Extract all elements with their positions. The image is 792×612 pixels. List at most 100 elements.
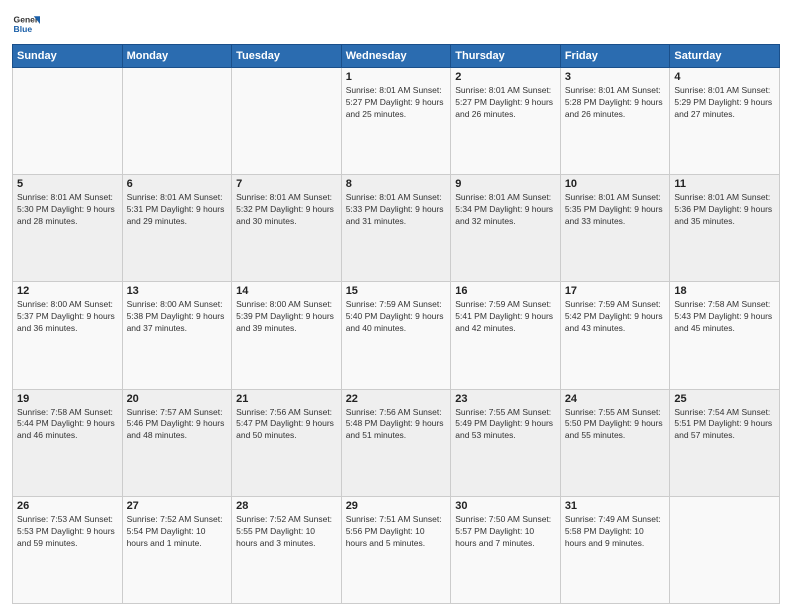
day-cell-2-5: 17 Sunrise: 7:59 AM Sunset: 5:42 PM Dayli… bbox=[560, 282, 670, 389]
day-cell-3-4: 23 Sunrise: 7:55 AM Sunset: 5:49 PM Dayli… bbox=[451, 389, 561, 496]
day-info: Sunrise: 7:54 AM Sunset: 5:51 PM Dayligh… bbox=[674, 407, 775, 443]
day-cell-1-2: 7Sunrise: 8:01 AM Sunset: 5:32 PM Daylig… bbox=[232, 175, 342, 282]
day-info: Sunrise: 8:01 AM Sunset: 5:29 PM Dayligh… bbox=[674, 85, 775, 121]
day-info: Sunrise: 8:01 AM Sunset: 5:27 PM Dayligh… bbox=[346, 85, 447, 121]
day-number: 26 bbox=[17, 500, 118, 512]
day-cell-2-2: 14 Sunrise: 8:00 AM Sunset: 5:39 PM Dayli… bbox=[232, 282, 342, 389]
day-cell-1-6: 11 Sunrise: 8:01 AM Sunset: 5:36 PM Dayli… bbox=[670, 175, 780, 282]
day-number: 16 bbox=[455, 285, 556, 297]
day-info: Sunrise: 8:01 AM Sunset: 5:34 PM Dayligh… bbox=[455, 192, 556, 228]
day-cell-0-5: 3 Sunrise: 8:01 AM Sunset: 5:28 PM Daylig… bbox=[560, 68, 670, 175]
day-info: Sunrise: 7:56 AM Sunset: 5:47 PM Dayligh… bbox=[236, 407, 337, 443]
day-info: Sunrise: 8:00 AM Sunset: 5:38 PM Dayligh… bbox=[127, 299, 228, 335]
header-row: SundayMondayTuesdayWednesdayThursdayFrid… bbox=[13, 45, 780, 68]
day-cell-4-5: 31 Sunrise: 7:49 AM Sunset: 5:58 PM Dayli… bbox=[560, 496, 670, 603]
day-info: Sunrise: 7:52 AM Sunset: 5:54 PM Dayligh… bbox=[127, 514, 228, 550]
day-info: Sunrise: 7:59 AM Sunset: 5:42 PM Dayligh… bbox=[565, 299, 666, 335]
day-info: Sunrise: 7:59 AM Sunset: 5:41 PM Dayligh… bbox=[455, 299, 556, 335]
week-row-2: 12 Sunrise: 8:00 AM Sunset: 5:37 PM Dayli… bbox=[13, 282, 780, 389]
day-number: 19 bbox=[17, 393, 118, 405]
day-number: 6 bbox=[127, 178, 228, 190]
day-cell-1-0: 5Sunrise: 8:01 AM Sunset: 5:30 PM Daylig… bbox=[13, 175, 123, 282]
day-number: 10 bbox=[565, 178, 666, 190]
day-info: Sunrise: 7:58 AM Sunset: 5:44 PM Dayligh… bbox=[17, 407, 118, 443]
day-number: 17 bbox=[565, 285, 666, 297]
day-number: 30 bbox=[455, 500, 556, 512]
day-info: Sunrise: 7:53 AM Sunset: 5:53 PM Dayligh… bbox=[17, 514, 118, 550]
day-number: 22 bbox=[346, 393, 447, 405]
header-day-monday: Monday bbox=[122, 45, 232, 68]
day-cell-1-5: 10 Sunrise: 8:01 AM Sunset: 5:35 PM Dayli… bbox=[560, 175, 670, 282]
day-info: Sunrise: 8:00 AM Sunset: 5:37 PM Dayligh… bbox=[17, 299, 118, 335]
header-day-tuesday: Tuesday bbox=[232, 45, 342, 68]
day-cell-3-2: 21 Sunrise: 7:56 AM Sunset: 5:47 PM Dayli… bbox=[232, 389, 342, 496]
day-cell-4-6 bbox=[670, 496, 780, 603]
day-cell-2-0: 12 Sunrise: 8:00 AM Sunset: 5:37 PM Dayli… bbox=[13, 282, 123, 389]
day-cell-0-1 bbox=[122, 68, 232, 175]
day-info: Sunrise: 7:58 AM Sunset: 5:43 PM Dayligh… bbox=[674, 299, 775, 335]
header-day-sunday: Sunday bbox=[13, 45, 123, 68]
day-number: 3 bbox=[565, 71, 666, 83]
day-info: Sunrise: 7:55 AM Sunset: 5:49 PM Dayligh… bbox=[455, 407, 556, 443]
day-info: Sunrise: 8:01 AM Sunset: 5:32 PM Dayligh… bbox=[236, 192, 337, 228]
day-number: 20 bbox=[127, 393, 228, 405]
day-number: 11 bbox=[674, 178, 775, 190]
day-number: 23 bbox=[455, 393, 556, 405]
day-cell-3-3: 22 Sunrise: 7:56 AM Sunset: 5:48 PM Dayli… bbox=[341, 389, 451, 496]
day-cell-1-4: 9 Sunrise: 8:01 AM Sunset: 5:34 PM Daylig… bbox=[451, 175, 561, 282]
day-info: Sunrise: 7:55 AM Sunset: 5:50 PM Dayligh… bbox=[565, 407, 666, 443]
svg-text:Blue: Blue bbox=[14, 24, 33, 34]
day-info: Sunrise: 8:01 AM Sunset: 5:36 PM Dayligh… bbox=[674, 192, 775, 228]
day-info: Sunrise: 8:01 AM Sunset: 5:33 PM Dayligh… bbox=[346, 192, 447, 228]
header-day-thursday: Thursday bbox=[451, 45, 561, 68]
header-day-saturday: Saturday bbox=[670, 45, 780, 68]
day-cell-0-4: 2Sunrise: 8:01 AM Sunset: 5:27 PM Daylig… bbox=[451, 68, 561, 175]
day-number: 4 bbox=[674, 71, 775, 83]
day-cell-1-3: 8 Sunrise: 8:01 AM Sunset: 5:33 PM Daylig… bbox=[341, 175, 451, 282]
day-cell-3-1: 20 Sunrise: 7:57 AM Sunset: 5:46 PM Dayli… bbox=[122, 389, 232, 496]
day-cell-2-4: 16 Sunrise: 7:59 AM Sunset: 5:41 PM Dayli… bbox=[451, 282, 561, 389]
week-row-1: 5Sunrise: 8:01 AM Sunset: 5:30 PM Daylig… bbox=[13, 175, 780, 282]
header: General Blue bbox=[12, 10, 780, 38]
day-info: Sunrise: 7:57 AM Sunset: 5:46 PM Dayligh… bbox=[127, 407, 228, 443]
logo-icon: General Blue bbox=[12, 10, 40, 38]
day-cell-0-2 bbox=[232, 68, 342, 175]
day-info: Sunrise: 7:51 AM Sunset: 5:56 PM Dayligh… bbox=[346, 514, 447, 550]
day-cell-4-3: 29 Sunrise: 7:51 AM Sunset: 5:56 PM Dayli… bbox=[341, 496, 451, 603]
header-day-wednesday: Wednesday bbox=[341, 45, 451, 68]
day-number: 18 bbox=[674, 285, 775, 297]
day-cell-4-1: 27 Sunrise: 7:52 AM Sunset: 5:54 PM Dayli… bbox=[122, 496, 232, 603]
day-number: 27 bbox=[127, 500, 228, 512]
day-info: Sunrise: 8:01 AM Sunset: 5:28 PM Dayligh… bbox=[565, 85, 666, 121]
day-info: Sunrise: 8:01 AM Sunset: 5:27 PM Dayligh… bbox=[455, 85, 556, 121]
day-number: 25 bbox=[674, 393, 775, 405]
day-number: 14 bbox=[236, 285, 337, 297]
day-number: 31 bbox=[565, 500, 666, 512]
day-number: 12 bbox=[17, 285, 118, 297]
day-info: Sunrise: 8:01 AM Sunset: 5:31 PM Dayligh… bbox=[127, 192, 228, 228]
logo: General Blue bbox=[12, 10, 40, 38]
day-info: Sunrise: 7:59 AM Sunset: 5:40 PM Dayligh… bbox=[346, 299, 447, 335]
day-info: Sunrise: 7:56 AM Sunset: 5:48 PM Dayligh… bbox=[346, 407, 447, 443]
day-number: 13 bbox=[127, 285, 228, 297]
day-cell-0-3: 1 Sunrise: 8:01 AM Sunset: 5:27 PM Daylig… bbox=[341, 68, 451, 175]
page: General Blue SundayMondayTuesdayWednesda… bbox=[0, 0, 792, 612]
week-row-0: 1 Sunrise: 8:01 AM Sunset: 5:27 PM Daylig… bbox=[13, 68, 780, 175]
svg-text:General: General bbox=[14, 14, 40, 24]
day-number: 21 bbox=[236, 393, 337, 405]
day-info: Sunrise: 8:00 AM Sunset: 5:39 PM Dayligh… bbox=[236, 299, 337, 335]
day-info: Sunrise: 7:49 AM Sunset: 5:58 PM Dayligh… bbox=[565, 514, 666, 550]
day-number: 24 bbox=[565, 393, 666, 405]
day-cell-4-4: 30Sunrise: 7:50 AM Sunset: 5:57 PM Dayli… bbox=[451, 496, 561, 603]
header-day-friday: Friday bbox=[560, 45, 670, 68]
day-number: 8 bbox=[346, 178, 447, 190]
day-info: Sunrise: 8:01 AM Sunset: 5:35 PM Dayligh… bbox=[565, 192, 666, 228]
day-cell-3-5: 24 Sunrise: 7:55 AM Sunset: 5:50 PM Dayli… bbox=[560, 389, 670, 496]
day-number: 1 bbox=[346, 71, 447, 83]
day-cell-3-0: 19 Sunrise: 7:58 AM Sunset: 5:44 PM Dayli… bbox=[13, 389, 123, 496]
day-info: Sunrise: 8:01 AM Sunset: 5:30 PM Dayligh… bbox=[17, 192, 118, 228]
day-number: 29 bbox=[346, 500, 447, 512]
calendar-table: SundayMondayTuesdayWednesdayThursdayFrid… bbox=[12, 44, 780, 604]
day-cell-4-2: 28Sunrise: 7:52 AM Sunset: 5:55 PM Dayli… bbox=[232, 496, 342, 603]
day-number: 9 bbox=[455, 178, 556, 190]
